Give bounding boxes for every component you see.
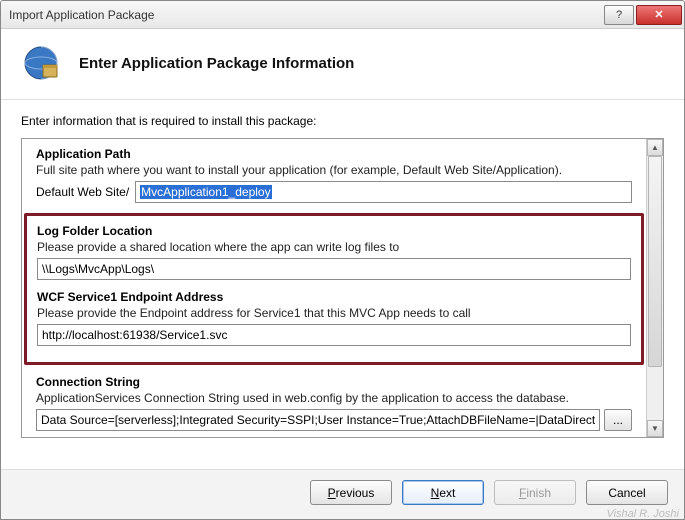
conn-title: Connection String (36, 375, 632, 389)
app-path-input[interactable]: MvcApplication1_deploy (135, 181, 632, 203)
form-panel: Application Path Full site path where yo… (21, 138, 664, 438)
close-icon: ✕ (654, 8, 663, 21)
wcf-title: WCF Service1 Endpoint Address (37, 290, 631, 304)
wcf-desc: Please provide the Endpoint address for … (37, 306, 631, 320)
window-title: Import Application Package (9, 8, 602, 22)
conn-desc: ApplicationServices Connection String us… (36, 391, 632, 405)
header: Enter Application Package Information (1, 29, 684, 100)
log-folder-desc: Please provide a shared location where t… (37, 240, 631, 254)
log-folder-title: Log Folder Location (37, 224, 631, 238)
app-path-title: Application Path (36, 147, 632, 161)
next-button[interactable]: NextNext (402, 480, 484, 505)
scroll-down-button[interactable]: ▼ (647, 420, 663, 437)
log-folder-input[interactable] (37, 258, 631, 280)
conn-browse-button[interactable]: ... (604, 409, 632, 431)
app-path-prefix: Default Web Site/ (36, 185, 129, 199)
previous-button[interactable]: PPreviousrevious (310, 480, 392, 505)
scrollbar[interactable]: ▲ ▼ (646, 139, 663, 437)
body: Enter information that is required to in… (1, 100, 684, 446)
wcf-input[interactable] (37, 324, 631, 346)
help-button[interactable]: ? (604, 5, 634, 25)
conn-field: ... (36, 409, 632, 431)
close-button[interactable]: ✕ (636, 5, 682, 25)
app-path-field: Default Web Site/ MvcApplication1_deploy (36, 181, 632, 203)
conn-input[interactable] (36, 409, 600, 431)
scroll-up-button[interactable]: ▲ (647, 139, 663, 156)
app-path-value: MvcApplication1_deploy (140, 185, 271, 199)
finish-button: FinishFinish (494, 480, 576, 505)
scroll-thumb[interactable] (648, 156, 662, 367)
watermark: Vishal R. Joshi (606, 508, 679, 520)
scroll-track[interactable] (647, 156, 663, 420)
cancel-button[interactable]: Cancel (586, 480, 668, 505)
app-path-desc: Full site path where you want to install… (36, 163, 632, 177)
titlebar: Import Application Package ? ✕ (1, 1, 684, 29)
form-content: Application Path Full site path where yo… (22, 139, 646, 437)
highlight-region: Log Folder Location Please provide a sha… (24, 213, 644, 365)
intro-text: Enter information that is required to in… (21, 114, 664, 128)
package-icon (21, 43, 61, 83)
footer: PPreviousrevious NextNext FinishFinish C… (1, 469, 684, 519)
dialog-window: Import Application Package ? ✕ Enter App… (0, 0, 685, 520)
help-icon: ? (616, 9, 622, 21)
page-title: Enter Application Package Information (79, 55, 354, 72)
ellipsis-icon: ... (613, 413, 623, 427)
